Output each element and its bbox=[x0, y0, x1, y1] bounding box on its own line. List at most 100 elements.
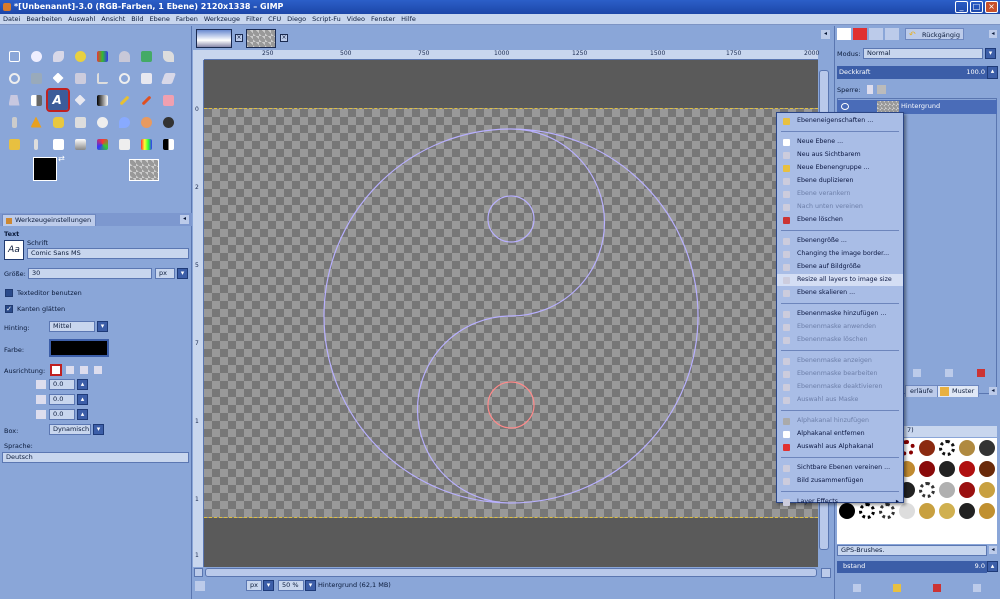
move-tool-icon[interactable] bbox=[48, 68, 68, 88]
brush-swatch[interactable] bbox=[939, 482, 955, 498]
letter-spacing-input[interactable]: 0.0 bbox=[49, 409, 75, 420]
menu-ansicht[interactable]: Ansicht bbox=[98, 14, 128, 24]
context-menu-item[interactable]: Neue Ebene ... bbox=[777, 136, 903, 148]
curves-tool-icon[interactable] bbox=[48, 134, 68, 154]
perspective-tool-icon[interactable] bbox=[4, 90, 24, 110]
image-tab-ship-thumbnail[interactable] bbox=[196, 29, 232, 48]
select-by-color-tool-icon[interactable] bbox=[92, 46, 112, 66]
layer-visibility-icon[interactable] bbox=[841, 103, 849, 110]
opacity-slider[interactable]: Deckkraft 100.0 bbox=[837, 66, 987, 79]
brush-swatch[interactable] bbox=[919, 461, 935, 477]
menu-fenster[interactable]: Fenster bbox=[368, 14, 398, 24]
flip-tool-icon[interactable] bbox=[26, 90, 46, 110]
opacity-spinner[interactable]: ▴ bbox=[987, 66, 998, 79]
context-menu-item[interactable]: Resize all layers to image size bbox=[777, 274, 903, 286]
context-menu-item[interactable]: Neue Ebenengruppe ... bbox=[777, 162, 903, 174]
text-color-button[interactable] bbox=[49, 339, 109, 357]
color-picker-icon[interactable] bbox=[26, 134, 46, 154]
context-menu-item[interactable]: Sichtbare Ebenen vereinen ... bbox=[777, 462, 903, 474]
image-canvas[interactable] bbox=[204, 108, 818, 518]
eraser-tool-icon[interactable] bbox=[158, 90, 178, 110]
brush-swatch[interactable] bbox=[979, 461, 995, 477]
brush-swatch[interactable] bbox=[959, 482, 975, 498]
measure-tool-icon[interactable] bbox=[26, 68, 46, 88]
brush-swatch[interactable] bbox=[979, 503, 995, 519]
zoom-tool-icon[interactable] bbox=[4, 68, 24, 88]
context-menu-item[interactable]: Ebene skalieren ... bbox=[777, 287, 903, 299]
brush-swatch[interactable] bbox=[979, 440, 995, 456]
menu-cfu[interactable]: CFU bbox=[265, 14, 284, 24]
menu-script-fu[interactable]: Script-Fu bbox=[309, 14, 344, 24]
pencil-tool-icon[interactable] bbox=[114, 90, 134, 110]
threshold-tool-icon[interactable] bbox=[158, 134, 178, 154]
line-spacing-spinner[interactable]: ▴ bbox=[77, 394, 88, 405]
free-select-tool-icon[interactable] bbox=[48, 46, 68, 66]
swap-colors-icon[interactable]: ⇄ bbox=[58, 154, 65, 163]
context-menu-item[interactable]: Ebene löschen bbox=[777, 214, 903, 226]
anchor-layer-icon[interactable] bbox=[945, 369, 953, 377]
context-menu-item[interactable]: Bild zusammenfügen bbox=[777, 475, 903, 487]
brush-swatch[interactable] bbox=[979, 482, 995, 498]
menu-farben[interactable]: Farben bbox=[173, 14, 201, 24]
navigate-icon[interactable] bbox=[821, 568, 831, 578]
ruler-corner[interactable] bbox=[193, 50, 204, 60]
close-image-tab-icon[interactable]: × bbox=[235, 34, 243, 42]
justify-fill-icon[interactable] bbox=[94, 366, 102, 374]
context-menu-item[interactable]: Layer Effects ▸ bbox=[777, 496, 903, 508]
paths-tool-icon[interactable] bbox=[158, 46, 178, 66]
zoom-select[interactable]: 50 % bbox=[278, 580, 304, 591]
colormap-tab-icon[interactable] bbox=[885, 28, 899, 40]
foreground-color-swatch[interactable] bbox=[33, 157, 57, 181]
menu-diego[interactable]: Diego bbox=[284, 14, 309, 24]
image-tab-current-thumbnail[interactable] bbox=[246, 29, 276, 48]
channels-tab-icon[interactable] bbox=[853, 28, 867, 40]
unit-select[interactable]: px bbox=[246, 580, 262, 591]
brush-menu-icon[interactable]: ◂ bbox=[989, 546, 997, 554]
language-input[interactable]: Deutsch bbox=[2, 452, 189, 463]
zoom-dropdown-icon[interactable]: ▾ bbox=[305, 580, 316, 591]
unit-dropdown-icon[interactable]: ▾ bbox=[263, 580, 274, 591]
rotate-tool-icon[interactable] bbox=[114, 68, 134, 88]
letter-spacing-spinner[interactable]: ▴ bbox=[77, 409, 88, 420]
refresh-brushes-icon[interactable] bbox=[973, 584, 981, 592]
brush-swatch[interactable] bbox=[919, 482, 935, 498]
mode-select[interactable]: Normal bbox=[863, 48, 983, 59]
tab-werkzeugeinstellungen[interactable]: Werkzeugeinstellungen bbox=[2, 214, 97, 226]
menu-ebene[interactable]: Ebene bbox=[146, 14, 172, 24]
font-preview-icon[interactable]: Aa bbox=[4, 240, 24, 260]
menu-bearbeiten[interactable]: Bearbeiten bbox=[23, 14, 65, 24]
hinting-select[interactable]: Mittel bbox=[49, 321, 95, 332]
heal-tool-icon[interactable] bbox=[70, 112, 90, 132]
close-current-tab-icon[interactable]: × bbox=[280, 34, 288, 42]
delete-layer-icon[interactable] bbox=[977, 369, 985, 377]
menu-filter[interactable]: Filter bbox=[243, 14, 265, 24]
maximize-button[interactable]: □ bbox=[970, 1, 983, 13]
brush-swatch[interactable] bbox=[939, 503, 955, 519]
lower-layer-icon[interactable] bbox=[913, 369, 921, 377]
line-spacing-input[interactable]: 0.0 bbox=[49, 394, 75, 405]
lock-alpha-icon[interactable] bbox=[877, 85, 886, 94]
blend-tool-icon[interactable] bbox=[92, 90, 112, 110]
context-menu-item[interactable]: Ebeneneigenschaften ... bbox=[777, 115, 903, 127]
clone-tool-icon[interactable] bbox=[48, 112, 68, 132]
justify-center-icon[interactable] bbox=[80, 366, 88, 374]
horizontal-ruler[interactable]: 250 500 750 1000 1250 1500 1750 2000 bbox=[204, 50, 819, 60]
brush-name-field[interactable]: GPS-Brushes. bbox=[837, 545, 987, 556]
lock-pixels-icon[interactable] bbox=[867, 85, 873, 94]
context-menu-item[interactable]: Ebenengröße ... bbox=[777, 235, 903, 247]
font-input[interactable]: Comic Sans MS bbox=[27, 248, 189, 259]
brush-swatch[interactable] bbox=[939, 440, 955, 456]
dodge-burn-tool-icon[interactable] bbox=[158, 112, 178, 132]
crop-tool-icon[interactable] bbox=[92, 68, 112, 88]
brush-swatch[interactable] bbox=[959, 503, 975, 519]
tab-patterns[interactable]: Muster bbox=[937, 385, 980, 397]
brush-swatch[interactable] bbox=[959, 440, 975, 456]
mode-dropdown-icon[interactable]: ▾ bbox=[985, 48, 996, 59]
paintbrush-tool-icon[interactable] bbox=[136, 90, 156, 110]
new-brush-icon[interactable] bbox=[893, 584, 901, 592]
levels-tool-icon[interactable] bbox=[70, 134, 90, 154]
layers-tab-icon[interactable] bbox=[837, 28, 851, 40]
menu-video[interactable]: Video bbox=[344, 14, 368, 24]
box-dropdown-icon[interactable]: ▾ bbox=[93, 424, 104, 435]
perspective-clone-tool-icon[interactable] bbox=[92, 112, 112, 132]
